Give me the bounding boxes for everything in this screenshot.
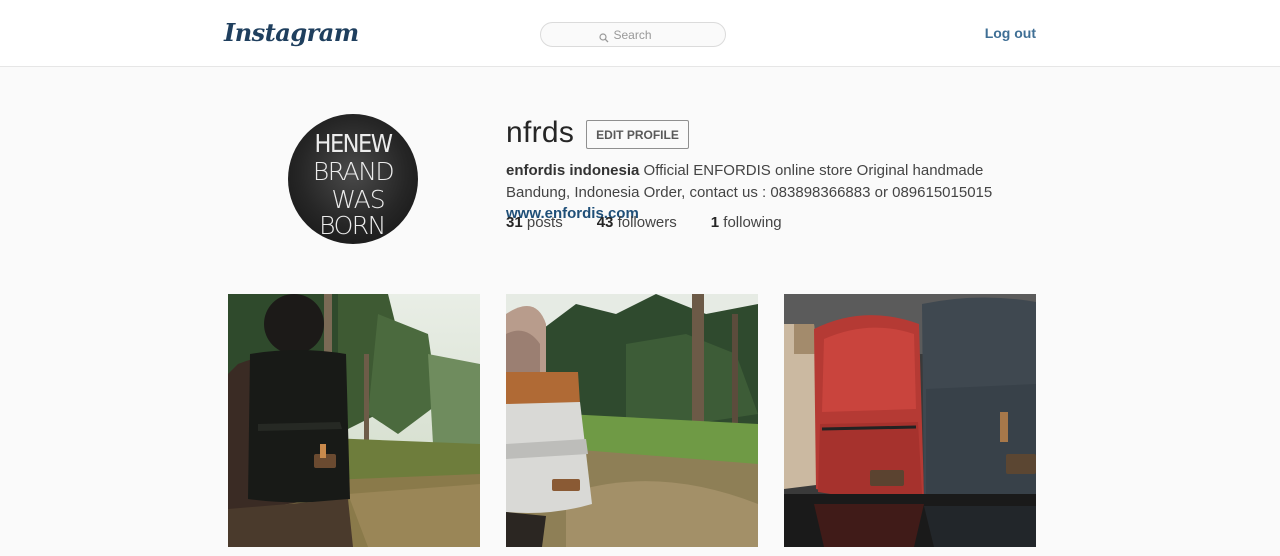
profile-username: nfrds [506, 116, 575, 149]
followers-label: followers [617, 214, 677, 231]
following-label: following [723, 214, 782, 231]
followers-count: 43 [596, 214, 614, 231]
instagram-logo[interactable]: Instagram [224, 18, 359, 47]
edit-profile-button[interactable]: EDIT PROFILE [586, 120, 689, 149]
avatar-line-2: BRAND [313, 157, 394, 186]
following-count: 1 [710, 214, 720, 231]
profile-avatar[interactable]: HENEW BRAND WAS BORN [288, 114, 418, 244]
search-icon [598, 30, 609, 42]
search-input[interactable] [613, 27, 668, 42]
top-nav-bar: Instagram Log out [0, 0, 1280, 67]
avatar-line-3: WAS [331, 185, 384, 214]
post-thumbnail-3[interactable] [784, 294, 1036, 547]
posts-label: posts [526, 214, 563, 231]
search-box[interactable] [540, 22, 726, 47]
posts-count: 31 [506, 214, 523, 231]
followers-stat[interactable]: 43 followers [597, 214, 677, 231]
post-thumbnail-1[interactable] [228, 294, 480, 547]
photo-red-grey-backpacks [784, 294, 1036, 547]
profile-full-name: enfordis indonesia [506, 162, 640, 179]
avatar-line-1: HENEW [315, 129, 393, 158]
photo-person-black-backpack [228, 294, 480, 547]
photo-person-grey-backpack [506, 294, 758, 547]
following-stat[interactable]: 1 following [711, 214, 782, 231]
logout-link[interactable]: Log out [985, 25, 1036, 41]
posts-stat[interactable]: 31 posts [506, 214, 563, 231]
avatar-logo-art: HENEW BRAND WAS BORN [313, 129, 395, 240]
post-thumbnail-2[interactable] [506, 294, 758, 547]
profile-stats: 31 posts 43 followers 1 following [506, 214, 816, 231]
avatar-line-4: BORN [319, 211, 385, 240]
